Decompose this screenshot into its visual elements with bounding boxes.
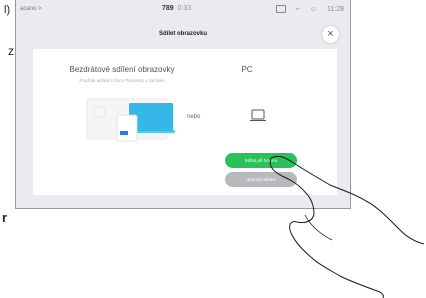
page-fragment-top: l) (4, 4, 11, 16)
call-info-label[interactable]: acano > (20, 6, 42, 12)
page-fragment-z: z (8, 44, 14, 58)
phone-shape (116, 114, 138, 142)
end-preview-button[interactable]: Ukončit náhled (225, 172, 297, 187)
laptop-icon (250, 109, 266, 121)
clock-label: 11:28 (327, 5, 344, 13)
camera-icon[interactable] (275, 5, 286, 13)
or-separator: nebo (187, 114, 201, 120)
call-duration: 0:33 (177, 5, 192, 12)
pc-option-title: PC (241, 65, 253, 74)
participants-icon[interactable]: ☺ (310, 6, 317, 13)
call-status: 789 0:33 (162, 5, 191, 12)
touch-panel-screen: acano > 789 0:33 ⌐ ☺ 11:28 Sdílet obrazo… (15, 0, 351, 209)
microphone-icon[interactable]: ⌐ (296, 6, 300, 13)
status-bar: acano > 789 0:33 ⌐ ☺ 11:28 (16, 0, 350, 18)
wireless-share-title: Bezdrátové sdílení obrazovky (69, 65, 175, 74)
phone-detail-shape (120, 131, 128, 135)
share-options-panel: Bezdrátové sdílení obrazovky Použijte ap… (33, 49, 337, 195)
hand-finger-line (304, 214, 333, 241)
modal-title: Sdílet obrazovku (158, 31, 207, 37)
share-in-call-button[interactable]: Sdílet při hovoru (225, 153, 297, 168)
close-button[interactable]: × (321, 25, 340, 44)
status-icons: ⌐ ☺ 11:28 (275, 5, 344, 13)
call-number: 789 (162, 5, 174, 12)
page-fragment-r: r (2, 210, 8, 225)
close-icon: × (327, 28, 334, 40)
proximity-illustration (86, 98, 175, 142)
wireless-share-subtitle: Použijte aplikaci Cisco Proximity v zaří… (79, 78, 165, 83)
